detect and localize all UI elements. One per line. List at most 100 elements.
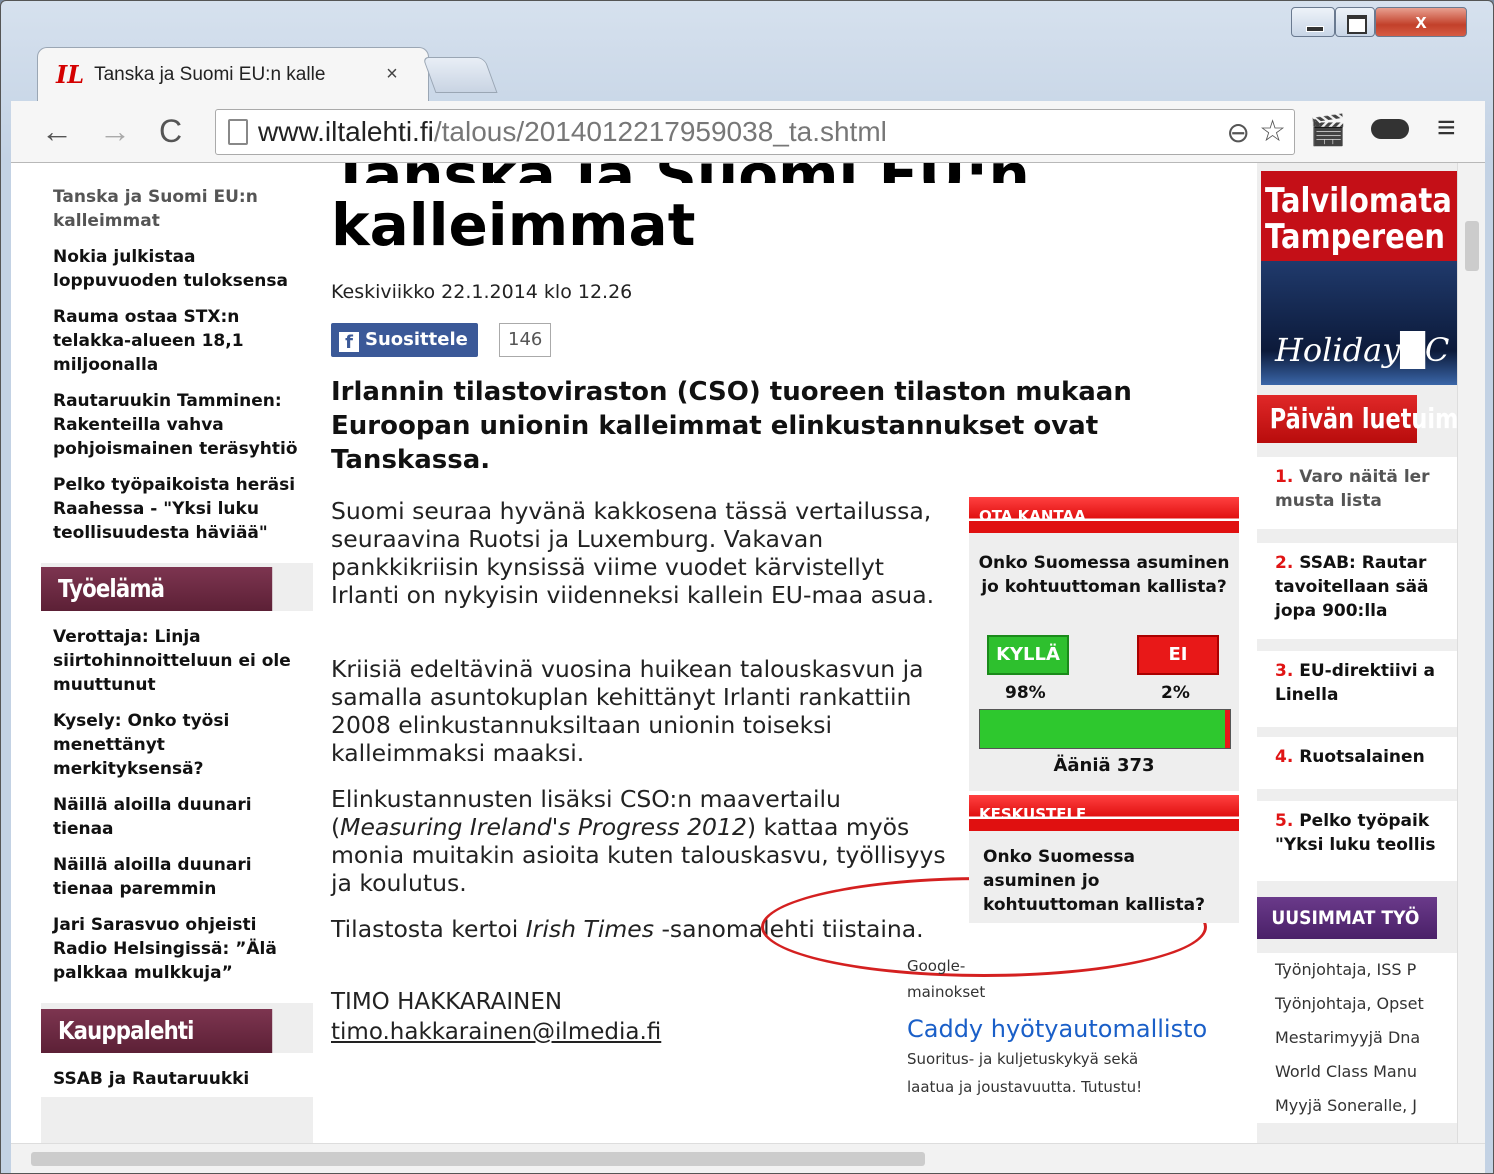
rank: 3. bbox=[1275, 661, 1294, 681]
ad-title-link[interactable]: Caddy hyötyautomallisto bbox=[907, 1015, 1207, 1043]
news-link[interactable]: Pelko työpaikoista heräsi Raahessa - "Yk… bbox=[53, 463, 301, 559]
news-link[interactable]: Näillä aloilla duunari tienaa paremmin bbox=[53, 843, 301, 903]
poll-vote-count: Ääniä 373 bbox=[1053, 755, 1155, 776]
tab-title: Tanska ja Suomi EU:n kalle bbox=[94, 63, 326, 85]
extension-badge-icon[interactable] bbox=[1371, 119, 1409, 139]
article-paragraph: Suomi seuraa hyvänä kakkosena tässä vert… bbox=[331, 497, 935, 609]
close-window-button[interactable]: x bbox=[1375, 7, 1467, 37]
article-author: TIMO HAKKARAINEN bbox=[331, 989, 563, 1015]
news-link[interactable]: SSAB ja Rautaruukki bbox=[53, 1057, 301, 1093]
article-lead: Irlannin tilastoviraston (CSO) tuoreen t… bbox=[331, 377, 1132, 475]
article-paragraph: Elinkustannusten lisäksi CSO:n maavertai… bbox=[331, 785, 951, 897]
rank: 5. bbox=[1275, 811, 1294, 831]
news-link[interactable]: Tanska ja Suomi EU:n kalleimmat bbox=[53, 167, 301, 235]
news-list: Tanska ja Suomi EU:n kalleimmat Nokia ju… bbox=[41, 163, 313, 563]
rank: 4. bbox=[1275, 747, 1294, 767]
news-list: Verottaja: Linja siirtohinnoitteluun ei … bbox=[41, 611, 313, 1003]
new-tab-button[interactable] bbox=[422, 57, 498, 93]
forward-arrow-icon[interactable]: → bbox=[99, 111, 131, 151]
job-link[interactable]: Myyjä Soneralle, J bbox=[1257, 1089, 1457, 1123]
most-read-item[interactable]: 1. Varo näitä ler musta lista bbox=[1257, 457, 1457, 529]
author-email-link[interactable]: timo.hakkarainen@ilmedia.fi bbox=[331, 1019, 661, 1045]
minimize-button[interactable] bbox=[1291, 7, 1335, 37]
jobs-header: UUSIMMAT TYÖ bbox=[1257, 897, 1437, 939]
extension-clapper-icon[interactable]: 🎬 bbox=[1309, 113, 1346, 148]
most-read-item[interactable]: 5. Pelko työpaik "Yksi luku teollis bbox=[1257, 801, 1457, 881]
right-sidebar: Talvilomata Tampereen Holiday█C Päivän l… bbox=[1257, 163, 1457, 1173]
address-bar[interactable]: www.iltalehti.fi/talous/2014012217959038… bbox=[215, 109, 1295, 155]
chrome-menu-icon[interactable]: ≡ bbox=[1437, 109, 1456, 146]
vertical-scrollbar[interactable] bbox=[1457, 163, 1485, 1143]
section-header-tyoelama[interactable]: Työelämä bbox=[41, 567, 273, 611]
item-text: tavoitellaan sää bbox=[1275, 577, 1429, 597]
poll-yes-button[interactable]: KYLLÄ bbox=[987, 635, 1069, 675]
facebook-recommend-button[interactable]: f Suosittele bbox=[331, 323, 478, 357]
news-link[interactable]: Rautaruukin Tamminen: Rakenteilla vahva … bbox=[53, 379, 301, 463]
facebook-count: 146 bbox=[499, 323, 552, 357]
most-read-item[interactable]: 3. EU-direktiivi a Linella bbox=[1257, 651, 1457, 727]
ad-text: Suoritus- ja kuljetuskykyä sekä laatua j… bbox=[907, 1050, 1143, 1096]
poll-yes-percent: 98% bbox=[1005, 683, 1046, 703]
url-path: /talous/2014012217959038_ta.shtml bbox=[433, 116, 887, 147]
article-title: kalleimmat bbox=[331, 191, 696, 259]
news-link[interactable]: Rauma ostaa STX:n telakka-alueen 18,1 mi… bbox=[53, 295, 301, 379]
job-link[interactable]: Työnjohtaja, Opset bbox=[1257, 987, 1457, 1021]
news-link[interactable]: Nokia julkistaa loppuvuoden tuloksensa bbox=[53, 235, 301, 295]
item-text: Varo näitä ler bbox=[1299, 467, 1430, 487]
job-link[interactable]: Mestarimyyjä Dna bbox=[1257, 1021, 1457, 1055]
news-link[interactable]: Jari Sarasvuo ohjeisti Radio Helsingissä… bbox=[53, 903, 301, 999]
news-link[interactable]: Näillä aloilla duunari tienaa bbox=[53, 783, 301, 843]
holiday-ad-banner[interactable]: Talvilomata Tampereen Holiday█C bbox=[1261, 171, 1457, 385]
poll-header: OTA KANTAA bbox=[969, 497, 1239, 533]
rank: 1. bbox=[1275, 467, 1294, 487]
bookmark-star-icon[interactable]: ☆ bbox=[1259, 114, 1286, 149]
job-link[interactable]: World Class Manu bbox=[1257, 1055, 1457, 1089]
rank: 2. bbox=[1275, 553, 1294, 573]
item-text: "Yksi luku teollis bbox=[1275, 835, 1436, 855]
poll-widget: OTA KANTAA Onko Suomessa asuminen jo koh… bbox=[969, 497, 1239, 791]
url-host: www.iltalehti.fi bbox=[258, 116, 434, 147]
left-sidebar: Tanska ja Suomi EU:n kalleimmat Nokia ju… bbox=[41, 163, 313, 1163]
banner-line: Talvilomata bbox=[1265, 181, 1452, 221]
poll-bar-no bbox=[1225, 710, 1230, 748]
most-read-item[interactable]: 4. Ruotsalainen bbox=[1257, 737, 1457, 789]
poll-result-bar bbox=[979, 709, 1231, 749]
back-arrow-icon[interactable]: ← bbox=[41, 111, 73, 151]
item-text: Ruotsalainen bbox=[1299, 747, 1425, 767]
most-read-item[interactable]: 2. SSAB: Rautar tavoitellaan sää jopa 900:… bbox=[1257, 543, 1457, 639]
poll-no-button[interactable]: EI bbox=[1137, 635, 1219, 675]
horizontal-scrollbar[interactable] bbox=[11, 1143, 1485, 1173]
facebook-icon: f bbox=[339, 332, 359, 353]
iltalehti-favicon-icon: IL bbox=[56, 60, 85, 89]
item-text: musta lista bbox=[1275, 491, 1382, 511]
news-link[interactable]: Kysely: Onko työsi menettänyt merkitykse… bbox=[53, 699, 301, 783]
poll-bar-yes bbox=[980, 710, 1225, 748]
section-header-kauppalehti[interactable]: Kauppalehti bbox=[41, 1009, 273, 1053]
item-text: jopa 900:lla bbox=[1275, 601, 1388, 621]
article-paragraph: Kriisiä edeltävinä vuosina huikean talou… bbox=[331, 655, 924, 767]
browser-tab[interactable]: IL Tanska ja Suomi EU:n kalle × bbox=[37, 47, 429, 101]
scroll-thumb[interactable] bbox=[31, 1152, 925, 1166]
banner-logo: Holiday█C bbox=[1275, 331, 1450, 369]
article-date: Keskiviikko 22.1.2014 klo 12.26 bbox=[331, 281, 633, 303]
reload-icon[interactable]: C bbox=[159, 111, 182, 151]
news-link[interactable]: Verottaja: Linja siirtohinnoitteluun ei … bbox=[53, 615, 301, 699]
browser-toolbar: ← → C www.iltalehti.fi/talous/2014012217… bbox=[11, 101, 1485, 163]
zoom-icon[interactable]: ⊖ bbox=[1227, 116, 1250, 149]
source-name: Irish Times bbox=[525, 915, 654, 943]
google-ads-label: Google-mainokset bbox=[907, 957, 986, 1001]
close-tab-icon[interactable]: × bbox=[386, 63, 398, 86]
poll-no-percent: 2% bbox=[1161, 683, 1190, 703]
scroll-thumb[interactable] bbox=[1465, 221, 1479, 271]
most-read-header: Päivän luetuimma bbox=[1257, 395, 1457, 443]
poll-question: Onko Suomessa asuminen jo kohtuuttoman k… bbox=[978, 553, 1230, 597]
item-text: Linella bbox=[1275, 685, 1339, 705]
item-text: EU-direktiivi a bbox=[1299, 661, 1435, 681]
text: Tilastosta kertoi bbox=[331, 915, 526, 943]
page-viewport: Tanska ja Suomi EU:n kalleimmat Nokia ju… bbox=[11, 163, 1485, 1173]
fb-label: Suosittele bbox=[365, 329, 468, 350]
job-link[interactable]: Työnjohtaja, ISS P bbox=[1257, 953, 1457, 987]
maximize-button[interactable] bbox=[1335, 7, 1375, 37]
discussion-header: KESKUSTELE bbox=[969, 795, 1239, 831]
discussion-link[interactable]: Onko Suomessa asuminen jo kohtuuttoman k… bbox=[969, 831, 1239, 917]
